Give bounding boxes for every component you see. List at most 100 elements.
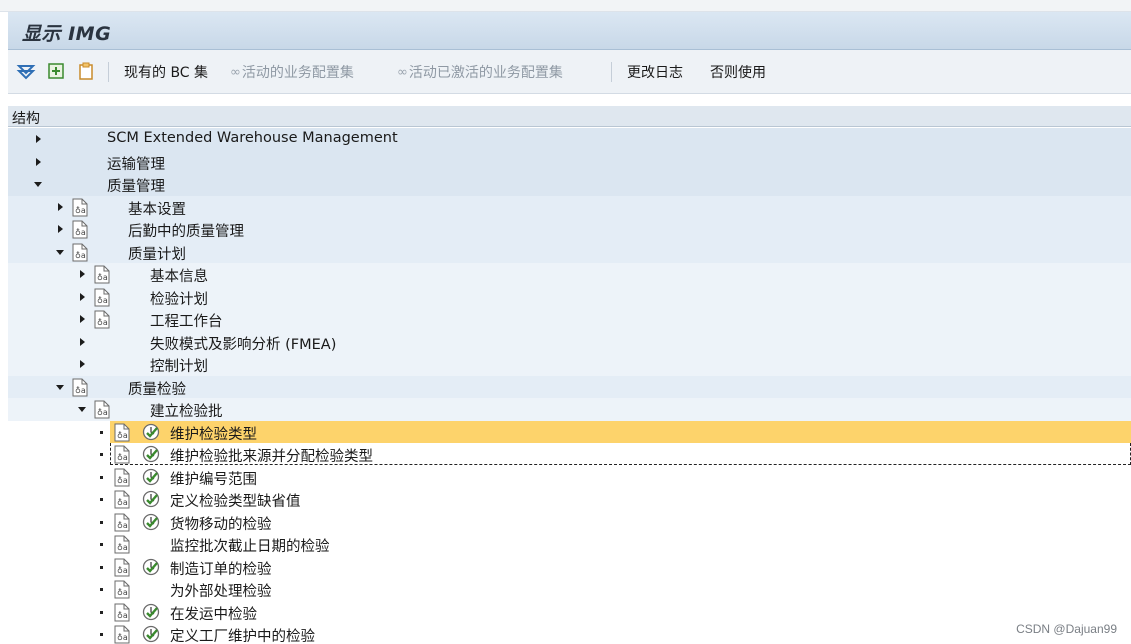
tree-row[interactable]: ♁a 维护编号范围	[8, 465, 1131, 488]
tree-row[interactable]: ♁a 后勤中的质量管理	[8, 218, 1131, 241]
svg-text:♁a: ♁a	[117, 611, 128, 620]
documentation-icon[interactable]: ♁a	[114, 625, 130, 644]
documentation-icon[interactable]: ♁a	[114, 513, 130, 532]
svg-text:♁a: ♁a	[75, 251, 86, 260]
tree-row-label: 制造订单的检验	[170, 561, 272, 578]
expand-arrow-icon[interactable]	[80, 337, 85, 346]
tree-row[interactable]: 质量管理	[8, 173, 1131, 196]
activated-bc-sets-button[interactable]: ∞ 活动已激活的业务配置集	[397, 61, 563, 83]
tree-row[interactable]: SCM Extended Warehouse Management	[8, 128, 1131, 151]
tree-row[interactable]: ♁a 在发运中检验	[8, 600, 1131, 623]
documentation-icon[interactable]: ♁a	[114, 423, 130, 442]
execute-activity-icon[interactable]	[142, 603, 160, 621]
tree-row[interactable]: ♁a 定义检验类型缺省值	[8, 488, 1131, 511]
tree-row[interactable]: 运输管理	[8, 150, 1131, 173]
leaf-dot-icon	[100, 543, 103, 546]
top-strip	[0, 0, 1131, 12]
collapse-arrow-icon[interactable]	[56, 384, 64, 390]
structure-header-label: 结构	[12, 111, 40, 127]
documentation-icon[interactable]: ♁a	[72, 198, 88, 217]
expand-arrow-icon[interactable]	[36, 157, 41, 166]
documentation-icon[interactable]: ♁a	[114, 468, 130, 487]
tree-row[interactable]: ♁a 货物移动的检验	[8, 510, 1131, 533]
execute-activity-icon[interactable]	[142, 423, 160, 441]
execute-activity-icon[interactable]	[142, 625, 160, 643]
tree-row[interactable]: ♁a 为外部处理检验	[8, 578, 1131, 601]
documentation-icon[interactable]: ♁a	[94, 310, 110, 329]
collapse-arrow-icon[interactable]	[34, 182, 42, 187]
tree-row-label: 控制计划	[150, 359, 208, 375]
change-log-button[interactable]: 更改日志	[627, 61, 683, 83]
svg-text:♁a: ♁a	[97, 296, 108, 305]
documentation-icon[interactable]: ♁a	[114, 580, 130, 599]
tree-row[interactable]: ♁a 建立检验批	[8, 398, 1131, 421]
export-icon[interactable]	[46, 61, 66, 81]
tree-row[interactable]: ♁a 定义工厂维护中的检验	[8, 623, 1131, 644]
tree-row[interactable]: ♁a 制造订单的检验	[8, 555, 1131, 578]
svg-text:♁a: ♁a	[75, 228, 86, 237]
existing-bc-sets-button[interactable]: 现有的 BC 集	[124, 61, 208, 83]
tree-row[interactable]: 控制计划	[8, 353, 1131, 376]
filter-icon[interactable]	[16, 61, 36, 81]
collapse-arrow-icon[interactable]	[78, 407, 86, 412]
documentation-icon[interactable]: ♁a	[114, 558, 130, 577]
expand-arrow-icon[interactable]	[80, 315, 85, 323]
expand-arrow-icon[interactable]	[58, 225, 63, 233]
execute-activity-icon[interactable]	[142, 490, 160, 508]
execute-activity-icon[interactable]	[142, 558, 160, 576]
tree-row[interactable]: ♁a 维护检验类型	[8, 420, 1131, 443]
focus-outline	[110, 443, 1131, 465]
tree-row-label: 定义工厂维护中的检验	[170, 629, 315, 644]
tree-row[interactable]: ♁a 维护检验批来源并分配检验类型	[8, 443, 1131, 466]
tree-row[interactable]: ♁a 工程工作台	[8, 308, 1131, 331]
tree-row[interactable]: ♁a 质量检验	[8, 375, 1131, 398]
tree-row-label: 货物移动的检验	[170, 516, 272, 533]
tree-row-label: 检验计划	[150, 291, 208, 308]
collapse-arrow-icon[interactable]	[56, 249, 64, 255]
active-bc-sets-label: 活动的业务配置集	[241, 65, 354, 81]
tree-row[interactable]: ♁a 质量计划	[8, 240, 1131, 263]
svg-text:♁a: ♁a	[117, 521, 128, 530]
svg-text:♁a: ♁a	[97, 318, 108, 327]
documentation-icon[interactable]: ♁a	[94, 265, 110, 284]
execute-activity-icon[interactable]	[142, 513, 160, 531]
title-bar: 显示 IMG	[8, 12, 1131, 50]
expand-arrow-icon[interactable]	[36, 135, 41, 143]
documentation-icon[interactable]: ♁a	[94, 288, 110, 307]
documentation-icon[interactable]: ♁a	[72, 220, 88, 239]
expand-arrow-icon[interactable]	[58, 202, 63, 211]
documentation-icon[interactable]: ♁a	[114, 490, 130, 509]
tree-row-label: 基本信息	[150, 269, 208, 285]
tree-row-label: 定义检验类型缺省值	[170, 494, 301, 510]
documentation-icon[interactable]: ♁a	[72, 243, 88, 262]
svg-text:♁a: ♁a	[117, 431, 128, 440]
tree-row-label: 失败模式及影响分析 (FMEA)	[150, 336, 337, 353]
documentation-icon[interactable]: ♁a	[72, 378, 88, 397]
tree-row-label: 建立检验批	[150, 404, 223, 420]
documentation-icon[interactable]: ♁a	[114, 535, 130, 554]
tree-row-label: 监控批次截止日期的检验	[170, 539, 330, 555]
documentation-icon[interactable]: ♁a	[114, 603, 130, 622]
leaf-dot-icon	[100, 453, 103, 456]
tree-row[interactable]: ♁a 基本设置	[8, 195, 1131, 218]
tree-row-label: 维护编号范围	[170, 471, 257, 488]
tree-row[interactable]: 失败模式及影响分析 (FMEA)	[8, 330, 1131, 353]
execute-activity-icon[interactable]	[142, 468, 160, 486]
toolbar-separator	[611, 62, 612, 82]
leaf-dot-icon	[100, 475, 103, 479]
tree-row-label: 后勤中的质量管理	[128, 224, 244, 240]
tree-row[interactable]: ♁a 监控批次截止日期的检验	[8, 533, 1131, 556]
usage-button[interactable]: 否则使用	[710, 61, 766, 83]
tree-row[interactable]: ♁a 基本信息	[8, 263, 1131, 286]
expand-arrow-icon[interactable]	[80, 292, 85, 301]
clipboard-icon[interactable]	[76, 61, 96, 81]
svg-text:♁a: ♁a	[117, 543, 128, 552]
active-bc-sets-button[interactable]: ∞ 活动的业务配置集	[230, 61, 354, 83]
leaf-dot-icon	[100, 610, 103, 614]
tree-row[interactable]: ♁a 检验计划	[8, 285, 1131, 308]
expand-arrow-icon[interactable]	[80, 360, 85, 368]
svg-text:♁a: ♁a	[117, 588, 128, 597]
expand-arrow-icon[interactable]	[80, 270, 85, 278]
watermark: CSDN @Dajuan99	[1016, 622, 1117, 636]
documentation-icon[interactable]: ♁a	[94, 400, 110, 419]
